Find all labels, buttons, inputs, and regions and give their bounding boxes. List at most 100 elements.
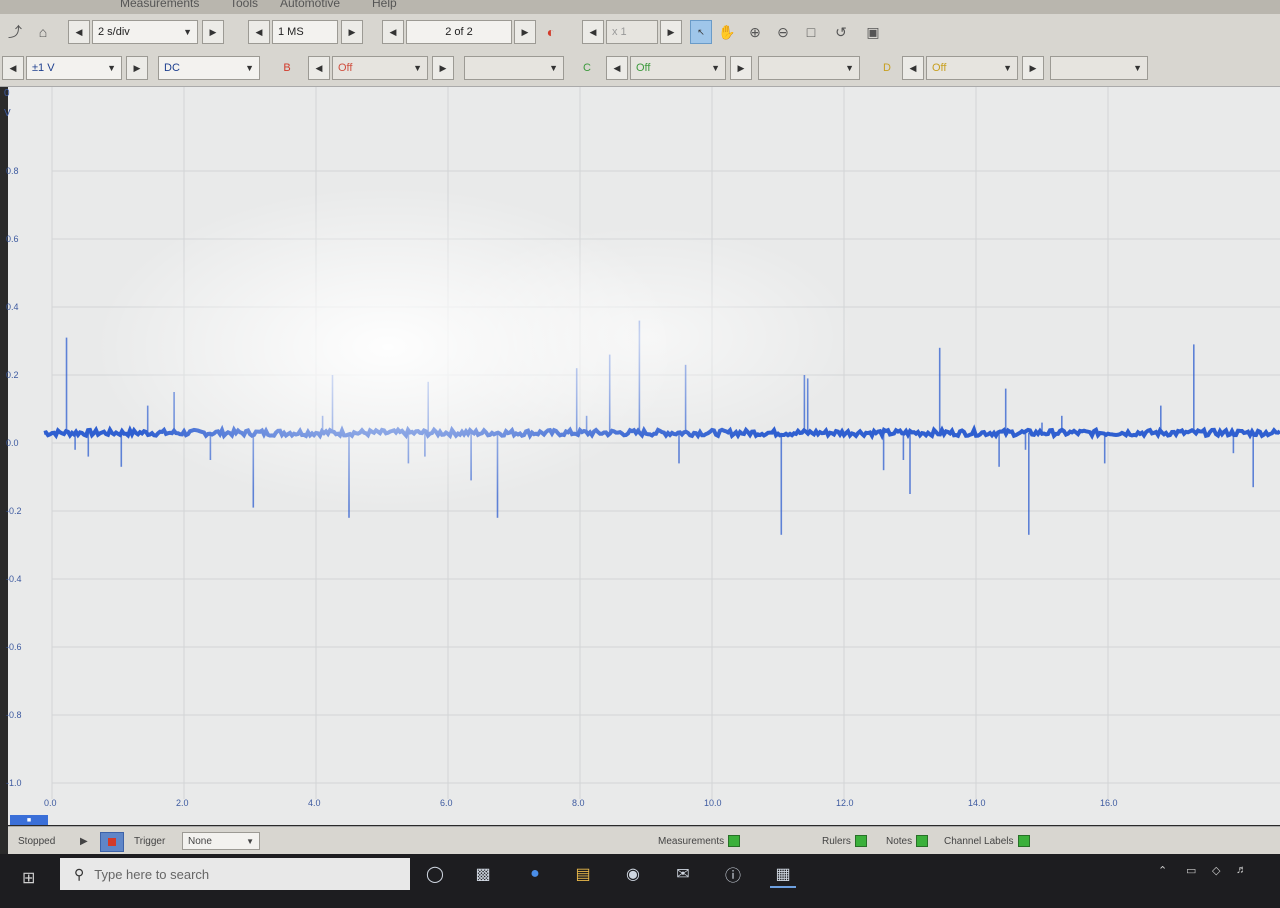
cursor-marker[interactable]: ■ <box>10 815 48 825</box>
samples-field[interactable]: 1 MS <box>272 20 338 44</box>
cortana-icon[interactable]: ▩ <box>470 862 496 886</box>
browser-icon[interactable]: ● <box>522 862 548 886</box>
status-bar: Stopped ▶ Trigger None ▼ Measurements Ru… <box>8 826 1280 855</box>
rulers-label: Rulers <box>822 835 851 847</box>
timebase-select[interactable]: 2 s/div ▼ <box>92 20 198 44</box>
x-tick-label: 4.0 <box>308 798 321 808</box>
channel-d-coupling-select[interactable]: ▼ <box>1050 56 1148 80</box>
chevron-down-icon: ▼ <box>845 63 854 73</box>
probe-icon[interactable]: ⤴ <box>4 20 26 44</box>
app-icon[interactable]: ⓘ <box>720 862 746 886</box>
range-next-button[interactable]: ▶ <box>126 56 148 80</box>
channel-b-button[interactable]: B <box>276 56 298 80</box>
camera-icon[interactable]: ◉ <box>620 862 646 886</box>
channel-b-coupling-select[interactable]: ▼ <box>464 56 564 80</box>
buffer-field[interactable]: 2 of 2 <box>406 20 512 44</box>
measurements-toggle[interactable]: Measurements <box>658 832 741 850</box>
buffer-value: 2 of 2 <box>445 26 473 38</box>
samples-prev-button[interactable]: ◀ <box>248 20 270 44</box>
channel-c-range-select[interactable]: Off ▼ <box>630 56 726 80</box>
windows-start-icon[interactable]: ⊞ <box>22 868 35 888</box>
trigger-value: None <box>188 835 212 847</box>
x-tick-label: 14.0 <box>968 798 986 808</box>
zoom-next-button[interactable]: ▶ <box>660 20 682 44</box>
scope-plot-area[interactable] <box>8 87 1280 825</box>
play-icon[interactable]: ▶ <box>80 832 88 850</box>
zoom-undo-icon[interactable]: ↺ <box>830 20 852 44</box>
file-explorer-icon[interactable]: ▤ <box>570 862 596 886</box>
channel-b-next-button[interactable]: ▶ <box>432 56 454 80</box>
menu-tools[interactable]: Tools <box>230 0 258 10</box>
trigger-select[interactable]: None ▼ <box>182 832 260 850</box>
select-tool-icon[interactable]: ↖ <box>690 20 712 44</box>
mail-icon[interactable]: ✉ <box>670 862 696 886</box>
chevron-down-icon: ▼ <box>245 63 254 73</box>
y-tick-label: -0.8 <box>6 710 22 720</box>
y-tick-label: 0.2 <box>6 370 19 380</box>
x-tick-label: 0.0 <box>44 798 57 808</box>
battery-icon[interactable]: ▭ <box>1186 864 1196 877</box>
grid <box>51 87 1280 799</box>
channel-c-coupling-select[interactable]: ▼ <box>758 56 860 80</box>
y-axis-unit: V <box>4 108 11 119</box>
network-icon[interactable]: ◇ <box>1212 864 1220 877</box>
task-view-icon[interactable]: ◯ <box>422 862 448 886</box>
chevron-down-icon: ▼ <box>183 27 192 37</box>
timebase-next-button[interactable]: ▶ <box>202 20 224 44</box>
taskbar-search-box[interactable]: ⚲ Type here to search <box>60 858 410 890</box>
zoom-field[interactable]: x 1 <box>606 20 658 44</box>
buffer-overview-icon[interactable]: ◐ <box>540 20 562 44</box>
channel-d-button[interactable]: D <box>876 56 898 80</box>
tray-expand-icon[interactable]: ⌃ <box>1158 864 1167 877</box>
checkbox-icon <box>916 835 929 847</box>
channel-d-next-button[interactable]: ▶ <box>1022 56 1044 80</box>
channel-c-button[interactable]: C <box>576 56 598 80</box>
channel-b-range-select[interactable]: Off ▼ <box>332 56 428 80</box>
zoom-out-icon[interactable]: ⊖ <box>772 20 794 44</box>
chevron-down-icon: ▼ <box>549 63 558 73</box>
range-value: ±1 V <box>32 62 55 74</box>
stop-button[interactable] <box>100 832 124 852</box>
channel-b-prev-button[interactable]: ◀ <box>308 56 330 80</box>
buffer-next-button[interactable]: ▶ <box>514 20 536 44</box>
menu-help[interactable]: Help <box>372 0 397 10</box>
notes-toggle[interactable]: Notes <box>886 832 929 850</box>
menu-measurements[interactable]: Measurements <box>120 0 199 10</box>
x-tick-label: 12.0 <box>836 798 854 808</box>
channel-labels-toggle[interactable]: Channel Labels <box>944 832 1030 850</box>
volume-icon[interactable]: ♬ <box>1236 864 1247 876</box>
os-taskbar: ⊞ ⚲ Type here to search ◯ ▩ ● ▤ ◉ ✉ ⓘ ▦ … <box>0 854 1280 908</box>
x-tick-label: 2.0 <box>176 798 189 808</box>
chevron-down-icon: ▼ <box>107 63 116 73</box>
x-tick-label: 8.0 <box>572 798 585 808</box>
channel-c-prev-button[interactable]: ◀ <box>606 56 628 80</box>
picoscope-taskbar-icon[interactable]: ▦ <box>770 862 796 888</box>
y-tick-label: -0.6 <box>6 642 22 652</box>
zoom-area-icon[interactable]: □ <box>800 20 822 44</box>
rulers-toggle[interactable]: Rulers <box>822 832 867 850</box>
timebase-prev-button[interactable]: ◀ <box>68 20 90 44</box>
channel-d-range-select[interactable]: Off ▼ <box>926 56 1018 80</box>
samples-value: 1 MS <box>278 26 304 38</box>
zoom-fit-icon[interactable]: ▣ <box>862 20 884 44</box>
channel-c-label: C <box>583 62 591 74</box>
chevron-down-icon: ▼ <box>413 63 422 73</box>
zoom-in-icon[interactable]: ⊕ <box>744 20 766 44</box>
buffer-prev-button[interactable]: ◀ <box>382 20 404 44</box>
range-prev-button[interactable]: ◀ <box>2 56 24 80</box>
channel-c-next-button[interactable]: ▶ <box>730 56 752 80</box>
y-tick-label: 0.8 <box>6 166 19 176</box>
toolbar-channels: ◀ ±1 V ▼ ▶ DC ▼ B ◀ Off ▼ ▶ ▼ C ◀ Off ▼ … <box>0 50 1280 87</box>
scope-chart[interactable] <box>8 87 1280 825</box>
measurements-label: Measurements <box>658 835 725 847</box>
range-select[interactable]: ±1 V ▼ <box>26 56 122 80</box>
zoom-prev-button[interactable]: ◀ <box>582 20 604 44</box>
menu-automotive[interactable]: Automotive <box>280 0 340 10</box>
channel-b-range-value: Off <box>338 62 353 74</box>
run-state: Stopped <box>18 835 56 847</box>
channel-d-prev-button[interactable]: ◀ <box>902 56 924 80</box>
home-icon[interactable]: ⌂ <box>32 20 54 44</box>
samples-next-button[interactable]: ▶ <box>341 20 363 44</box>
coupling-select[interactable]: DC ▼ <box>158 56 260 80</box>
hand-tool-icon[interactable]: ✋ <box>716 20 738 44</box>
